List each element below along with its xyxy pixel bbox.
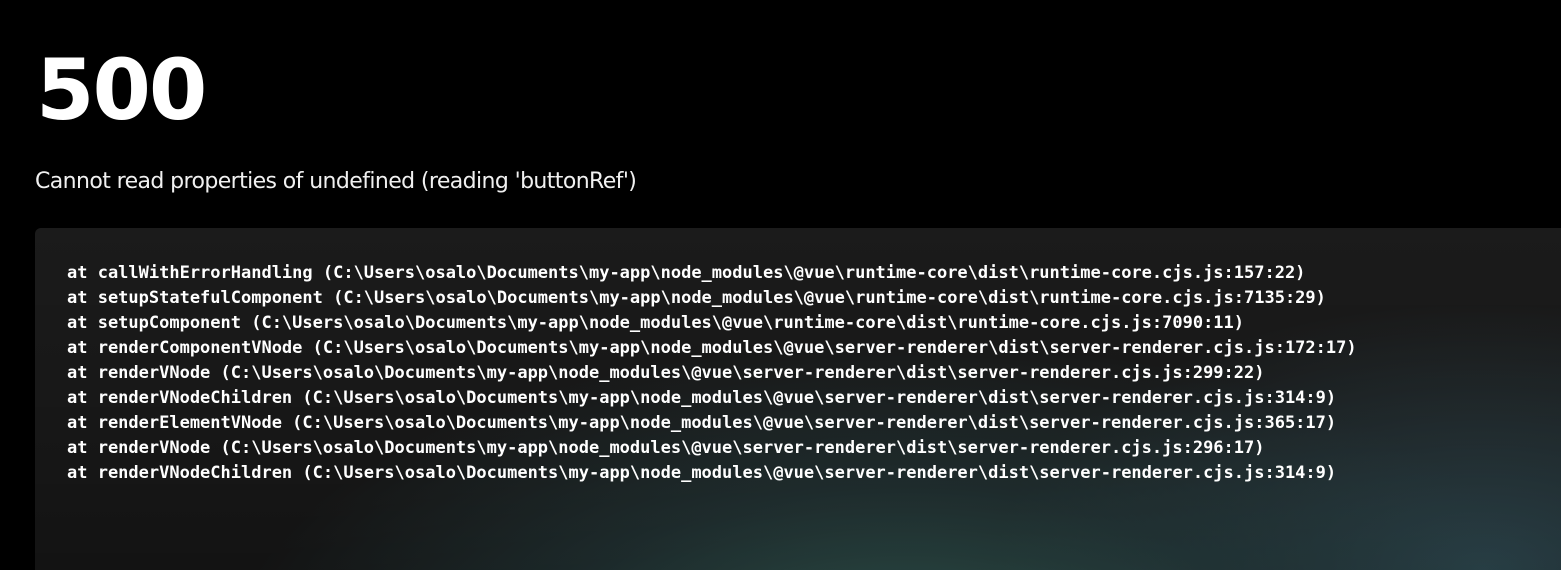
stack-trace-line: at renderVNodeChildren (C:\Users\osalo\D… [67, 388, 1337, 408]
stack-trace-panel: at callWithErrorHandling (C:\Users\osalo… [35, 228, 1561, 570]
stack-trace-line: at setupComponent (C:\Users\osalo\Docume… [67, 313, 1245, 333]
stack-trace-line: at renderVNodeChildren (C:\Users\osalo\D… [67, 463, 1337, 483]
stack-trace-line: at setupStatefulComponent (C:\Users\osal… [67, 288, 1326, 308]
stack-trace-line: at renderComponentVNode (C:\Users\osalo\… [67, 338, 1357, 358]
stack-trace-line: at renderElementVNode (C:\Users\osalo\Do… [67, 413, 1337, 433]
stack-trace-line: at renderVNode (C:\Users\osalo\Documents… [67, 363, 1265, 383]
stack-trace-line: at callWithErrorHandling (C:\Users\osalo… [67, 263, 1306, 283]
stack-trace-line: at renderVNode (C:\Users\osalo\Documents… [67, 438, 1265, 458]
error-message: Cannot read properties of undefined (rea… [35, 169, 637, 194]
status-code: 500 [36, 41, 207, 139]
